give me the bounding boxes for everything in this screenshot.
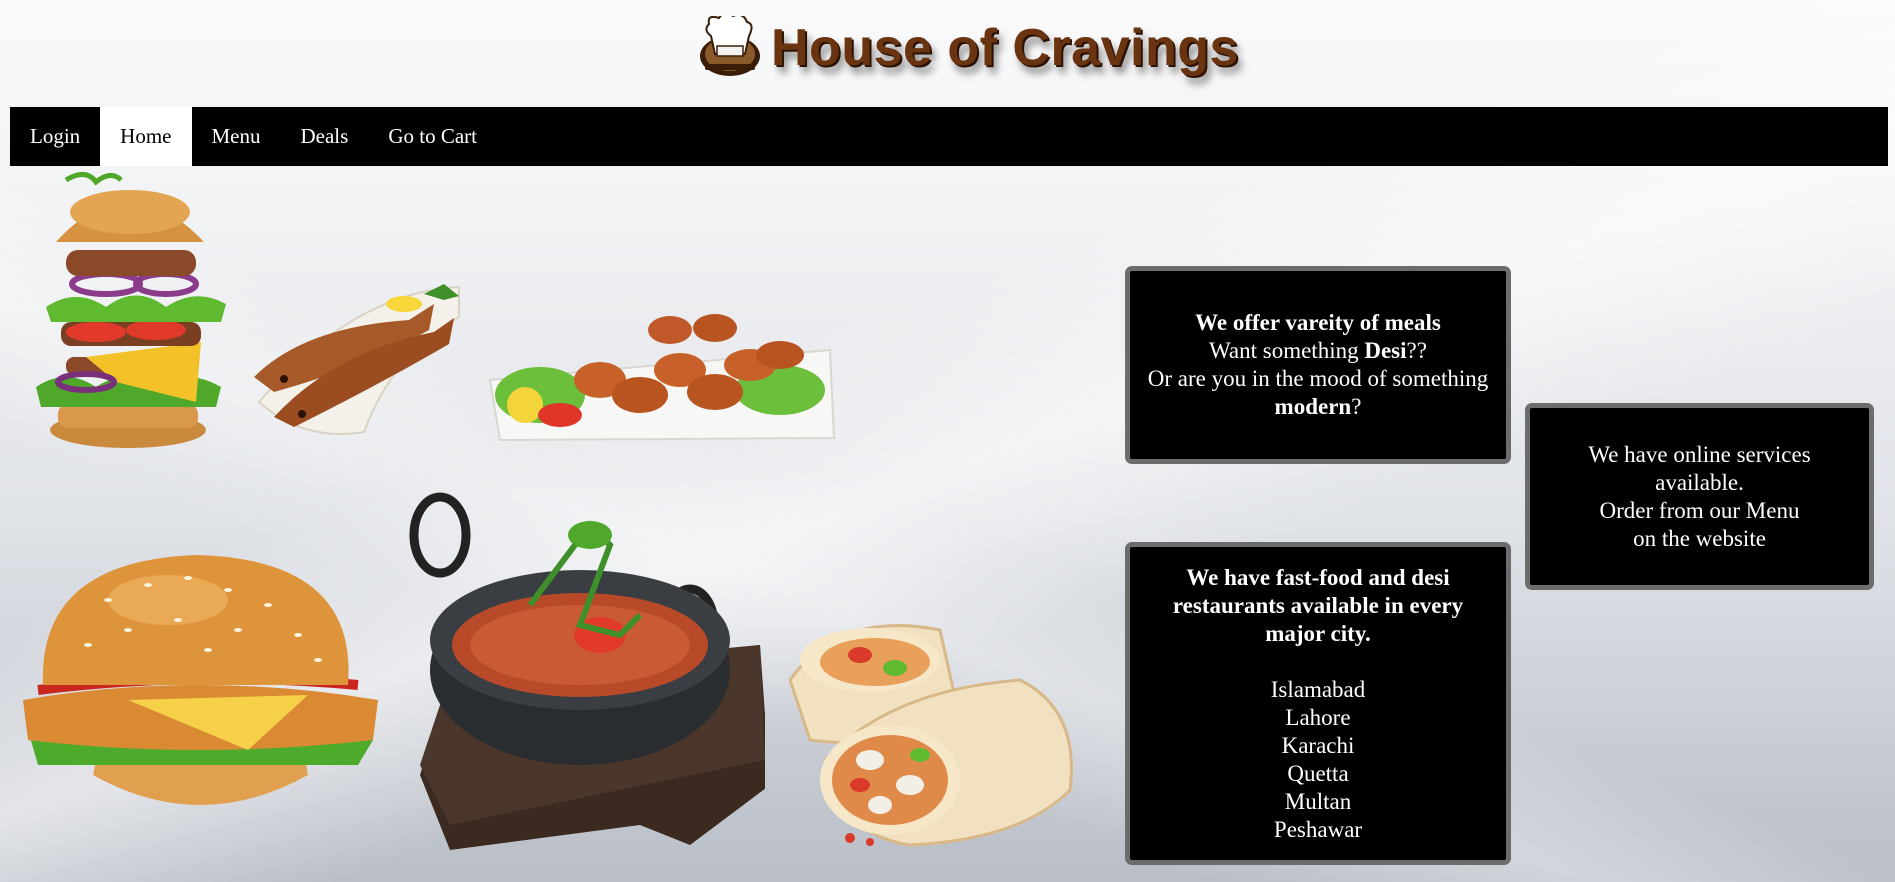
site-title: House of Cravings xyxy=(771,19,1239,77)
karahi-curry-image xyxy=(390,485,770,865)
city-item: Multan xyxy=(1284,788,1352,814)
meals-line-desi-suffix: ?? xyxy=(1406,338,1427,363)
nav-deals[interactable]: Deals xyxy=(281,107,369,166)
meals-info-box: We offer vareity of meals Want something… xyxy=(1125,266,1511,464)
city-item: Quetta xyxy=(1287,760,1349,786)
meals-line-mood: Or are you in the mood of something xyxy=(1147,366,1489,391)
city-item: Karachi xyxy=(1281,732,1355,758)
chicken-burger-image xyxy=(18,550,383,830)
online-line-3: on the website xyxy=(1633,525,1766,551)
meals-line-desi-prefix: Want something xyxy=(1209,338,1365,363)
cities-heading: We have fast-food and desi restaurants a… xyxy=(1172,564,1464,646)
chicken-wings-image xyxy=(480,300,836,450)
nav-go-to-cart[interactable]: Go to Cart xyxy=(368,107,497,166)
meals-heading: We offer vareity of meals xyxy=(1195,310,1441,335)
cities-info-box: We have fast-food and desi restaurants a… xyxy=(1125,542,1511,865)
nav-menu[interactable]: Menu xyxy=(192,107,281,166)
city-item: Peshawar xyxy=(1273,816,1363,842)
stacked-burger-image xyxy=(26,172,231,457)
city-item: Islamabad xyxy=(1270,676,1366,702)
city-item: Lahore xyxy=(1285,704,1351,730)
fried-fish-image xyxy=(244,282,466,447)
online-line-1: We have online services available. xyxy=(1588,441,1811,495)
site-logo[interactable]: House of Cravings xyxy=(697,0,1239,78)
meals-line-desi: Want something Desi?? xyxy=(1130,337,1506,365)
meals-modern-word: modern xyxy=(1274,394,1352,419)
meals-line-modern-suffix: ? xyxy=(1351,394,1362,419)
chicken-wrap-image xyxy=(770,610,1080,855)
nav-login[interactable]: Login xyxy=(10,107,100,166)
nav-home[interactable]: Home xyxy=(100,107,192,166)
main-navbar: Login Home Menu Deals Go to Cart xyxy=(10,107,1888,166)
meals-line-modern: modern? xyxy=(1130,393,1506,421)
chef-hat-icon xyxy=(697,12,763,78)
online-services-box: We have online services available. Order… xyxy=(1525,403,1874,590)
meals-desi-word: Desi xyxy=(1364,338,1407,363)
online-line-2: Order from our Menu xyxy=(1599,497,1800,523)
